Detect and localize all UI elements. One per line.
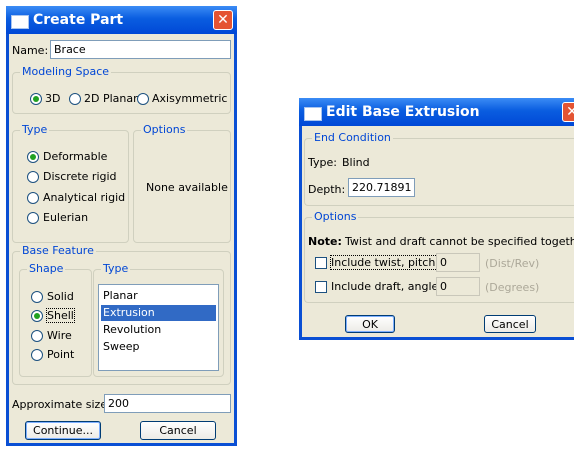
window-frame (6, 34, 9, 446)
radio-wire-label: Wire (47, 329, 72, 342)
ok-button[interactable]: OK (345, 315, 395, 333)
radio-2d-planar[interactable] (69, 93, 81, 105)
shape-label: Shape (27, 262, 66, 275)
include-draft-checkbox[interactable] (315, 281, 327, 293)
radio-shell-label: Shell (46, 308, 75, 323)
depth-input[interactable]: 220.71891 (348, 178, 415, 197)
create-part-cancel-button[interactable]: Cancel (140, 421, 216, 440)
radio-point[interactable] (31, 349, 43, 361)
modeling-space-label: Modeling Space (20, 65, 112, 78)
extrusion-options-label: Options (312, 210, 359, 223)
extrusion-type-label: Type: (308, 156, 337, 169)
name-input[interactable]: Brace (50, 40, 231, 59)
radio-deformable-label: Deformable (43, 150, 108, 163)
draft-angle-input[interactable]: 0 (436, 277, 480, 296)
base-feature-label: Base Feature (20, 244, 96, 257)
radio-eulerian-label: Eulerian (43, 211, 89, 224)
list-item-planar[interactable]: Planar (101, 288, 216, 304)
note-text: Twist and draft cannot be specified toge… (345, 235, 574, 248)
radio-shell[interactable] (31, 310, 43, 322)
radio-3d[interactable] (30, 93, 42, 105)
radio-analytical-rigid[interactable] (27, 192, 39, 204)
radio-wire[interactable] (31, 330, 43, 342)
list-item-sweep[interactable]: Sweep (101, 339, 216, 355)
end-condition-label: End Condition (312, 131, 393, 144)
type-group: Type (12, 123, 129, 243)
twist-unit-label: (Dist/Rev) (485, 257, 540, 270)
type-label: Type (20, 123, 50, 136)
edit-extrusion-dialog: Edit Base Extrusion ✕ End Condition Type… (299, 98, 574, 340)
edit-extrusion-title: Edit Base Extrusion (326, 104, 480, 120)
options-none-text: None available (146, 181, 228, 194)
radio-solid[interactable] (31, 291, 43, 303)
name-label: Name: (12, 44, 49, 57)
create-part-title: Create Part (33, 12, 124, 28)
feature-type-list[interactable]: Planar Extrusion Revolution Sweep (98, 284, 219, 371)
window-icon (304, 107, 322, 121)
include-draft-label: Include draft, angle: (331, 280, 442, 293)
close-icon[interactable]: ✕ (562, 102, 574, 122)
note-label: Note: (308, 235, 342, 248)
radio-3d-label: 3D (45, 92, 61, 105)
radio-discrete-rigid-label: Discrete rigid (43, 170, 117, 183)
radio-point-label: Point (47, 348, 75, 361)
list-item-revolution[interactable]: Revolution (101, 322, 216, 338)
depth-label: Depth: (308, 183, 346, 196)
options-label: Options (141, 123, 188, 136)
close-icon[interactable]: ✕ (213, 10, 233, 30)
radio-solid-label: Solid (47, 290, 74, 303)
radio-analytical-rigid-label: Analytical rigid (43, 191, 126, 204)
window-frame (6, 443, 237, 446)
create-part-titlebar[interactable]: Create Part ✕ (6, 6, 237, 34)
window-frame (234, 34, 237, 446)
radio-axisymmetric-label: Axisymmetric (152, 92, 228, 105)
twist-pitch-input[interactable]: 0 (436, 253, 480, 272)
window-icon (11, 15, 29, 29)
list-item-extrusion[interactable]: Extrusion (101, 305, 216, 321)
extrusion-type-value: Blind (342, 156, 370, 169)
window-frame (299, 126, 302, 340)
radio-discrete-rigid[interactable] (27, 171, 39, 183)
draft-unit-label: (Degrees) (485, 281, 540, 294)
radio-deformable[interactable] (27, 151, 39, 163)
edit-extrusion-cancel-button[interactable]: Cancel (484, 315, 536, 333)
approx-size-input[interactable]: 200 (104, 394, 231, 413)
approx-size-label: Approximate size: (12, 398, 111, 411)
radio-2d-planar-label: 2D Planar (84, 92, 138, 105)
feature-type-label: Type (101, 262, 131, 275)
include-twist-label: Include twist, pitch: (329, 255, 441, 270)
radio-eulerian[interactable] (27, 212, 39, 224)
edit-extrusion-titlebar[interactable]: Edit Base Extrusion ✕ (299, 98, 574, 126)
continue-button[interactable]: Continue... (25, 421, 101, 440)
window-frame (299, 337, 574, 340)
create-part-dialog: Create Part ✕ Name: Brace Modeling Space… (6, 6, 237, 446)
radio-axisymmetric[interactable] (137, 93, 149, 105)
include-twist-checkbox[interactable] (315, 257, 327, 269)
